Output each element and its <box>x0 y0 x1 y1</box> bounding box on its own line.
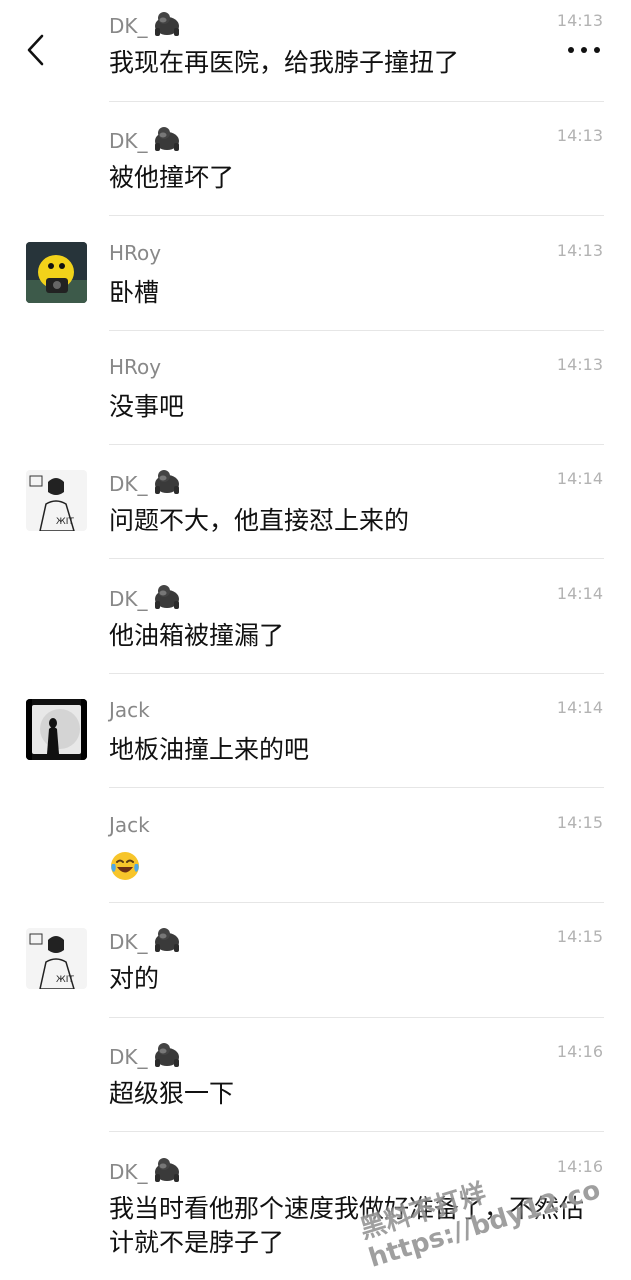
dk-avatar[interactable]: ЖIT <box>26 470 87 531</box>
jack-avatar[interactable] <box>26 699 87 760</box>
sender-name: HRoy <box>109 241 162 265</box>
sender-name: Jack <box>109 698 150 722</box>
ellipsis-icon <box>568 47 574 53</box>
message-text[interactable]: 我当时看他那个速度我做好准备了，不然估计就不是脖子了 <box>109 1192 604 1260</box>
message-item: DK_ 14:14 他油箱被撞漏了 <box>0 583 631 675</box>
message-item: ЖIT DK_ 14:14 问题不大，他直接怼上来的 <box>0 468 631 560</box>
more-options-button[interactable] <box>566 40 606 60</box>
divider <box>109 787 604 788</box>
divider <box>109 101 604 102</box>
svg-text:ЖIT: ЖIT <box>56 975 74 985</box>
gorilla-icon <box>154 928 179 952</box>
message-text[interactable]: 被他撞坏了 <box>109 161 604 195</box>
back-button[interactable] <box>22 30 52 70</box>
sender-name: HRoy <box>109 355 162 379</box>
message-text[interactable]: 超级狠一下 <box>109 1077 604 1111</box>
message-text[interactable]: 没事吧 <box>109 390 604 424</box>
hroy-avatar[interactable] <box>26 242 87 303</box>
message-item: HRoy 14:13 没事吧 <box>0 354 631 446</box>
message-item: Jack 14:14 地板油撞上来的吧 <box>0 697 631 789</box>
dk-avatar[interactable]: ЖIT <box>26 928 87 989</box>
chevron-left-icon <box>27 34 44 66</box>
sender-name: DK_ <box>109 926 182 955</box>
message-time: 14:16 <box>556 1157 603 1176</box>
sender-name: DK_ <box>109 583 182 612</box>
message-time: 14:14 <box>556 469 603 488</box>
message-list[interactable]: DK_ 14:13 我现在再医院，给我脖子撞扭了 DK_ 14:13 被他撞坏了… <box>0 0 631 1280</box>
message-item: ЖIT DK_ 14:15 对的 <box>0 926 631 1018</box>
sender-name: DK_ <box>109 468 182 497</box>
gorilla-icon <box>154 470 179 494</box>
message-text[interactable] <box>109 848 604 891</box>
message-item: DK_ 14:16 超级狠一下 <box>0 1041 631 1133</box>
message-text[interactable]: 对的 <box>109 962 604 996</box>
divider <box>109 673 604 674</box>
message-time: 14:15 <box>556 927 603 946</box>
message-text[interactable]: 卧槽 <box>109 276 604 310</box>
divider <box>109 330 604 331</box>
laughing-crying-emoji <box>111 852 139 880</box>
divider <box>109 558 604 559</box>
divider <box>109 215 604 216</box>
sender-name: DK_ <box>109 125 182 154</box>
divider <box>109 1017 604 1018</box>
svg-text:ЖIT: ЖIT <box>56 517 74 527</box>
divider <box>109 902 604 903</box>
gorilla-icon <box>154 127 179 151</box>
message-time: 14:14 <box>556 584 603 603</box>
message-text[interactable]: 他油箱被撞漏了 <box>109 619 604 653</box>
gorilla-icon <box>154 1158 179 1182</box>
message-time: 14:13 <box>556 355 603 374</box>
sender-name: Jack <box>109 813 150 837</box>
divider <box>109 444 604 445</box>
message-time: 14:13 <box>556 241 603 260</box>
message-item: DK_ 14:13 被他撞坏了 <box>0 125 631 217</box>
message-time: 14:15 <box>556 813 603 832</box>
message-text[interactable]: 地板油撞上来的吧 <box>109 733 604 767</box>
divider <box>109 1131 604 1132</box>
sender-name: DK_ <box>109 1156 182 1185</box>
gorilla-icon <box>154 585 179 609</box>
message-item: Jack 14:15 <box>0 812 631 904</box>
message-item: DK_ 14:16 我当时看他那个速度我做好准备了，不然估计就不是脖子了 <box>0 1156 631 1280</box>
top-bar <box>0 0 631 100</box>
sender-name: DK_ <box>109 1041 182 1070</box>
message-text[interactable]: 问题不大，他直接怼上来的 <box>109 504 604 538</box>
message-time: 14:14 <box>556 698 603 717</box>
message-item: HRoy 14:13 卧槽 <box>0 240 631 332</box>
message-time: 14:13 <box>556 126 603 145</box>
gorilla-icon <box>154 1043 179 1067</box>
message-time: 14:16 <box>556 1042 603 1061</box>
